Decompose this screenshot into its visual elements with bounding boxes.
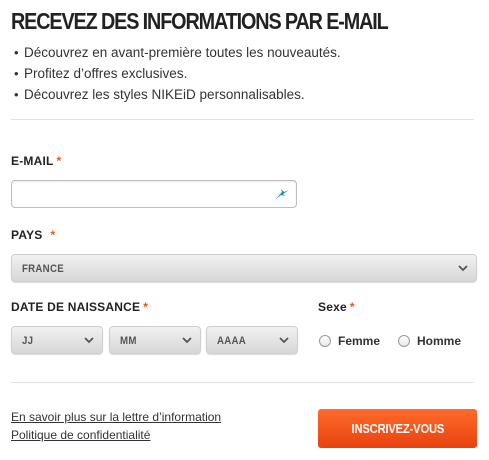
country-label-text: PAYS [11,228,43,242]
required-asterisk: * [50,228,56,242]
list-item: • Profitez d’offres exclusives. [14,64,341,85]
chevron-down-icon [279,337,289,344]
divider [11,119,474,120]
radio-button[interactable] [398,335,410,347]
email-label: E-MAIL * [11,154,61,168]
radio-button[interactable] [319,335,331,347]
radio-label: Homme [417,334,462,348]
email-field-wrapper [11,180,297,208]
gender-label: Sexe * [318,300,355,314]
gender-option-male[interactable]: Homme [398,334,461,348]
chevron-down-icon [84,337,94,344]
radio-label: Femme [338,334,381,348]
bullet: • [14,45,19,60]
divider [11,382,474,383]
bullet: • [14,66,19,81]
email-label-text: E-MAIL [11,154,54,168]
chevron-down-icon [182,337,192,344]
list-item: • Découvrez en avant-première toutes les … [14,43,341,64]
required-asterisk: * [143,300,149,314]
gender-label-text: Sexe [318,300,347,314]
benefit-text: Profitez d’offres exclusives. [24,66,188,81]
newsletter-info-link[interactable]: En savoir plus sur la lettre d’informati… [11,410,221,424]
list-item: • Découvrez les styles NIKEiD personnalis… [14,85,341,106]
page-title: RECEVEZ DES INFORMATIONS PAR E-MAIL [11,8,389,34]
country-select[interactable]: FRANCE [11,254,477,282]
month-placeholder: MM [120,335,137,347]
privacy-policy-link[interactable]: Politique de confidentialité [11,428,150,442]
chevron-down-icon [458,265,468,272]
nike-swoosh-icon [275,189,289,200]
benefit-text: Découvrez les styles NIKEiD personnalisa… [24,87,305,102]
day-placeholder: JJ [22,335,34,347]
birthdate-label-text: DATE DE NAISSANCE [11,300,141,314]
email-field[interactable] [12,181,296,207]
birth-month-select[interactable]: MM [109,326,201,354]
birth-day-select[interactable]: JJ [11,326,103,354]
bullet: • [14,87,19,102]
required-asterisk: * [56,154,62,168]
country-selected-value: FRANCE [22,263,64,275]
benefits-list: • Découvrez en avant-première toutes les … [14,43,341,106]
birthdate-label: DATE DE NAISSANCE * [11,300,148,314]
gender-option-female[interactable]: Femme [319,334,380,348]
subscribe-button[interactable]: INSCRIVEZ-VOUS [318,409,477,448]
subscribe-button-label: INSCRIVEZ-VOUS [351,421,444,436]
required-asterisk: * [349,300,355,314]
benefit-text: Découvrez en avant-première toutes les n… [24,45,341,60]
year-placeholder: AAAA [217,335,247,347]
country-label: PAYS * [11,228,55,242]
birth-year-select[interactable]: AAAA [206,326,298,354]
